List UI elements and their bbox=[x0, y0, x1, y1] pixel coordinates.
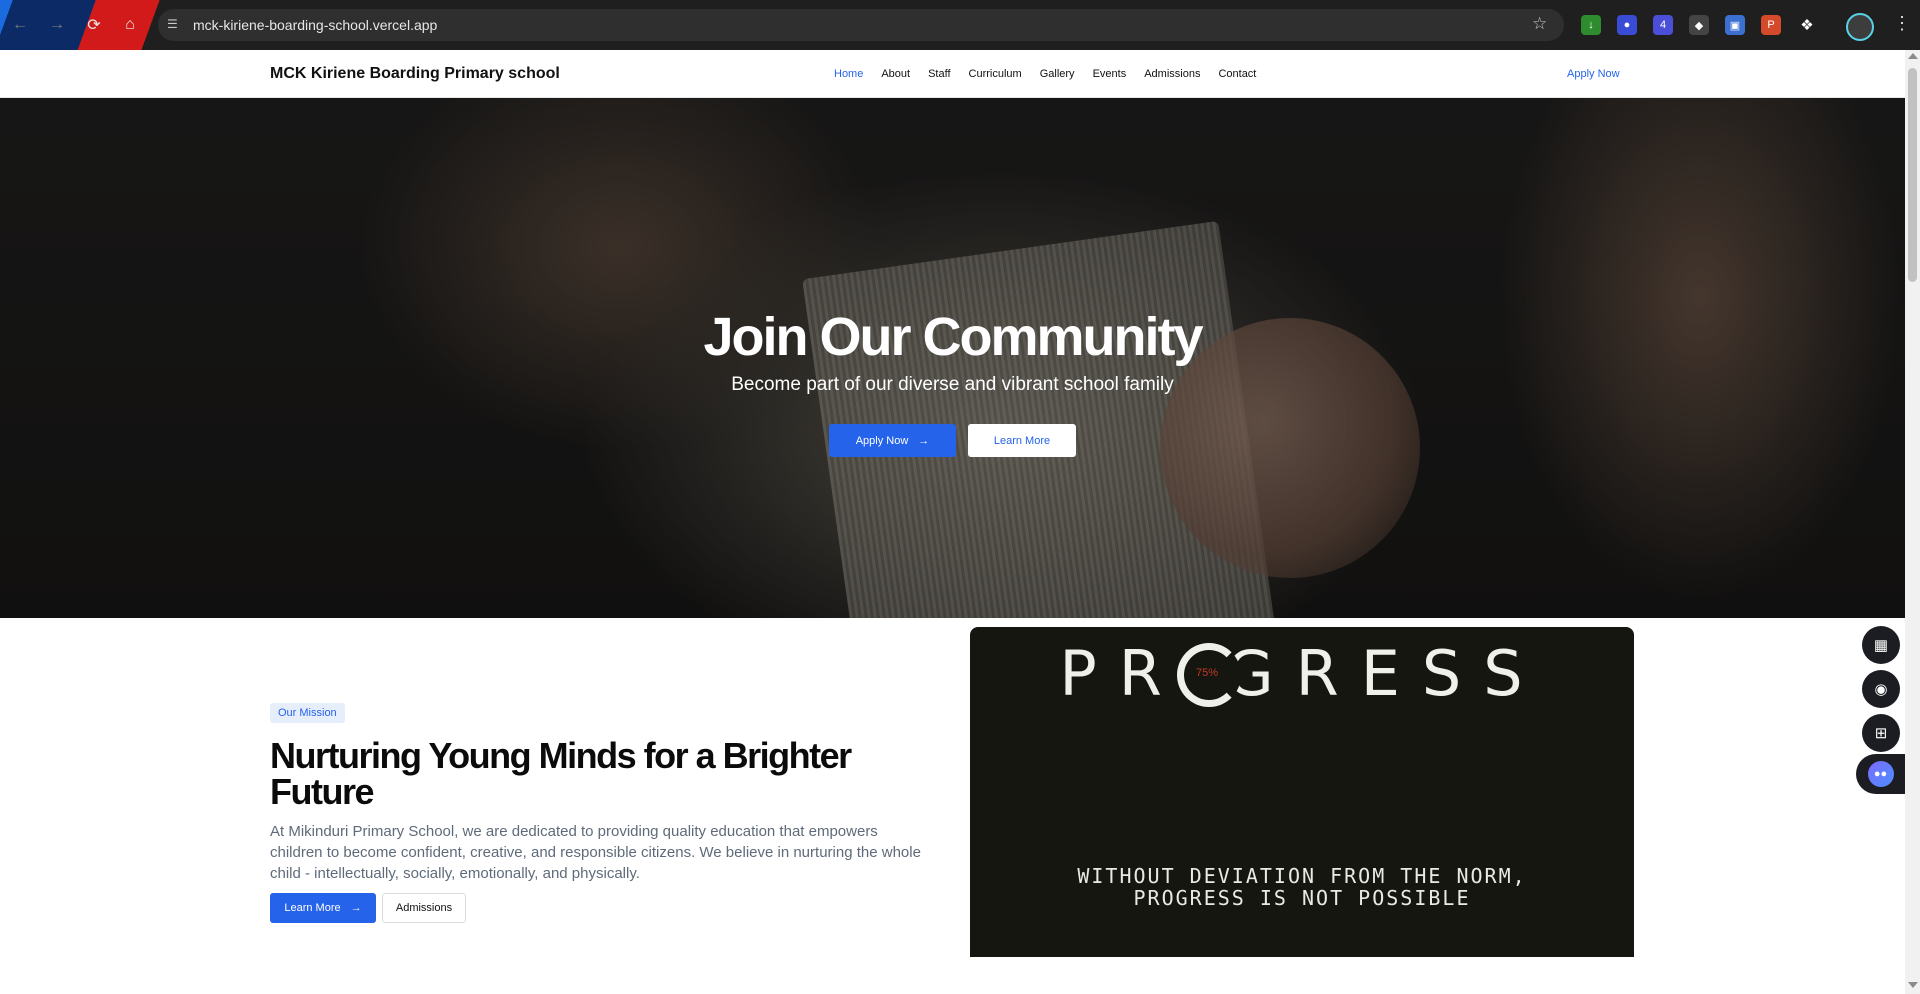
header-apply-link[interactable]: Apply Now bbox=[1567, 68, 1620, 80]
download-extension-icon[interactable]: ↓ bbox=[1581, 15, 1601, 35]
nav-events[interactable]: Events bbox=[1093, 68, 1127, 80]
extension-icon[interactable]: ● bbox=[1617, 15, 1637, 35]
hero-subtitle: Become part of our diverse and vibrant s… bbox=[731, 374, 1174, 395]
arrow-right-icon: → bbox=[918, 434, 930, 447]
hero-title: Join Our Community bbox=[703, 307, 1203, 367]
nav-contact[interactable]: Contact bbox=[1218, 68, 1256, 80]
menu-kebab-icon[interactable]: ⋮ bbox=[1893, 13, 1911, 34]
main-nav: Home About Staff Curriculum Gallery Even… bbox=[834, 68, 1256, 80]
browser-toolbar: ← → ⟳ ⌂ ☰ mck-kiriene-boarding-school.ve… bbox=[0, 0, 1920, 50]
extension-icon[interactable]: ▣ bbox=[1725, 15, 1745, 35]
book-icon[interactable]: ▦ bbox=[1862, 626, 1900, 664]
url-text[interactable]: mck-kiriene-boarding-school.vercel.app bbox=[193, 17, 437, 33]
nav-curriculum[interactable]: Curriculum bbox=[969, 68, 1022, 80]
page-viewport: MCK Kiriene Boarding Primary school Home… bbox=[0, 50, 1905, 994]
forward-icon[interactable]: → bbox=[45, 13, 69, 37]
mission-badge: Our Mission bbox=[270, 703, 345, 723]
assistant-bot-icon: ●● bbox=[1867, 761, 1894, 787]
extension-badge-icon[interactable]: 4 bbox=[1653, 15, 1673, 35]
progress-word: PR GRESS bbox=[1059, 637, 1545, 710]
progress-quote-line-1: WITHOUT DEVIATION FROM THE NORM, bbox=[1077, 864, 1527, 888]
progress-percent: 75% bbox=[1196, 667, 1219, 679]
nav-about[interactable]: About bbox=[881, 68, 910, 80]
home-icon[interactable]: ⌂ bbox=[118, 13, 142, 37]
arrow-right-icon: → bbox=[350, 902, 362, 914]
scroll-down-arrow-icon[interactable] bbox=[1908, 982, 1918, 988]
mission-text: At Mikinduri Primary School, we are dedi… bbox=[270, 823, 921, 882]
progress-quote: WITHOUT DEVIATION FROM THE NORM, PROGRES… bbox=[970, 865, 1634, 909]
hero-apply-label: Apply Now bbox=[855, 434, 909, 447]
assistant-button[interactable]: ●● bbox=[1856, 754, 1905, 794]
nav-staff[interactable]: Staff bbox=[928, 68, 950, 80]
mission-title: Nurturing Young Minds for a Brighter Fut… bbox=[270, 735, 852, 812]
progress-quote-line-2: PROGRESS IS NOT POSSIBLE bbox=[1133, 886, 1471, 910]
scrollbar-thumb[interactable] bbox=[1908, 68, 1917, 282]
hero-carousel: Join Our Community Become part of our di… bbox=[0, 98, 1905, 618]
scroll-up-arrow-icon[interactable] bbox=[1908, 53, 1918, 59]
apps-grid-icon[interactable]: ⊞ bbox=[1862, 714, 1900, 752]
site-header: MCK Kiriene Boarding Primary school Home… bbox=[0, 50, 1905, 98]
site-info-icon[interactable]: ☰ bbox=[167, 17, 183, 33]
mission-admissions-button[interactable]: Admissions bbox=[382, 893, 466, 923]
extensions-puzzle-icon[interactable]: ❖ bbox=[1797, 15, 1817, 35]
extension-badge-count: 4 bbox=[1659, 19, 1667, 31]
hero-apply-button[interactable]: Apply Now → bbox=[829, 424, 956, 457]
nav-home[interactable]: Home bbox=[834, 68, 863, 80]
reload-icon[interactable]: ⟳ bbox=[82, 13, 106, 37]
hero-learn-more-button[interactable]: Learn More bbox=[968, 424, 1076, 457]
extension-icon[interactable]: P bbox=[1761, 15, 1781, 35]
extension-icon[interactable]: ◆ bbox=[1689, 15, 1709, 35]
mission-learn-more-button[interactable]: Learn More → bbox=[270, 893, 376, 923]
nav-admissions[interactable]: Admissions bbox=[1144, 68, 1200, 80]
nav-gallery[interactable]: Gallery bbox=[1040, 68, 1075, 80]
site-brand[interactable]: MCK Kiriene Boarding Primary school bbox=[270, 65, 560, 83]
back-icon[interactable]: ← bbox=[8, 13, 32, 37]
profile-icon[interactable] bbox=[1846, 13, 1874, 41]
broadcast-icon[interactable]: ◉ bbox=[1862, 670, 1900, 708]
bookmark-star-icon[interactable]: ☆ bbox=[1532, 14, 1547, 34]
mission-learn-more-label: Learn More bbox=[284, 902, 341, 914]
progress-image: PR GRESS 75% WITHOUT DEVIATION FROM THE … bbox=[970, 627, 1634, 957]
